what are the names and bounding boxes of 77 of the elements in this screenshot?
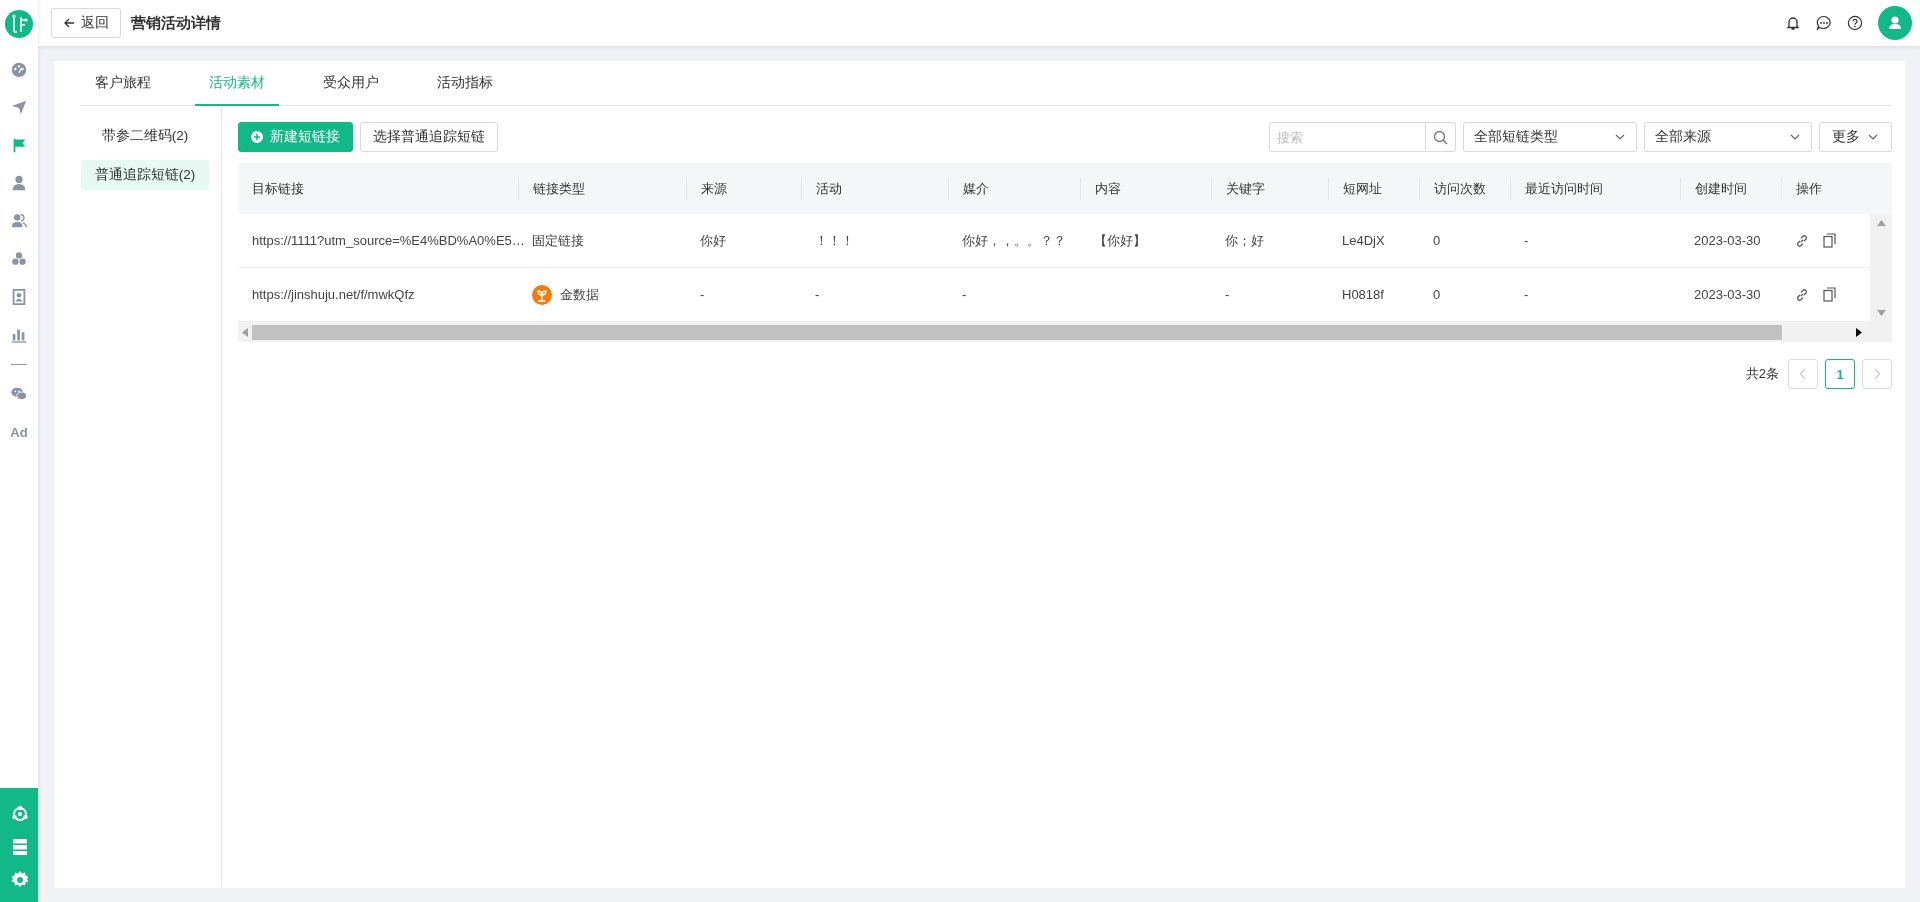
tab[interactable]: 活动指标 — [423, 61, 507, 106]
arrow-left-icon — [63, 17, 75, 29]
more-dropdown[interactable]: 更多 — [1819, 122, 1892, 152]
table-cell: 固定链接 — [532, 231, 584, 250]
link-icon[interactable] — [1795, 233, 1809, 248]
avatar-icon[interactable] — [1878, 6, 1912, 40]
select-short-link-button[interactable]: 选择普通追踪短链 — [360, 122, 498, 152]
chevron-left-icon — [1799, 368, 1807, 380]
table-cell: - — [1524, 233, 1529, 248]
logo-icon[interactable] — [5, 10, 33, 38]
server-icon[interactable] — [10, 837, 28, 855]
column-header: 来源 — [701, 179, 727, 198]
table-cell: https://1111?utm_source=%E4%BD%A0%E5… — [252, 233, 525, 248]
table-cell: 2023-03-30 — [1694, 233, 1761, 248]
help-icon[interactable] — [1847, 15, 1863, 31]
table-cell: 你；好 — [1225, 231, 1264, 250]
page-title: 营销活动详情 — [131, 13, 222, 33]
table-cell: 2023-03-30 — [1694, 287, 1761, 302]
search-field[interactable]: 搜索 — [1269, 122, 1426, 152]
send-icon[interactable] — [10, 98, 28, 116]
table-cell: - — [815, 287, 820, 302]
copy-icon[interactable] — [1823, 287, 1836, 302]
chat-bubbles-icon[interactable] — [10, 385, 28, 403]
filter-dropdown[interactable]: 全部来源 — [1644, 122, 1812, 152]
table-cell: 金数据 — [560, 285, 599, 304]
column-header: 最近访问时间 — [1525, 179, 1603, 198]
table-cell: 0 — [1433, 233, 1441, 248]
tab[interactable]: 客户旅程 — [81, 61, 165, 106]
column-header: 媒介 — [963, 179, 989, 198]
vertical-scrollbar[interactable] — [1870, 214, 1892, 322]
notification-icon[interactable] — [1785, 15, 1801, 31]
link-icon[interactable] — [1795, 287, 1809, 302]
table-cell: 你好 — [700, 231, 726, 250]
search-icon — [1433, 129, 1448, 145]
column-header: 操作 — [1796, 179, 1822, 198]
badge-icon[interactable] — [10, 288, 28, 306]
column-header: 活动 — [816, 179, 842, 198]
table-cell: - — [962, 287, 967, 302]
column-header: 关键字 — [1226, 179, 1265, 198]
horizontal-scrollbar[interactable] — [238, 322, 1892, 342]
chevron-right-icon — [1873, 368, 1881, 380]
scroll-up-arrow-icon[interactable] — [1876, 220, 1886, 226]
category-item[interactable]: 普通追踪短链(2) — [81, 160, 209, 190]
hub-icon[interactable] — [10, 804, 28, 822]
table-cell: 0 — [1433, 287, 1441, 302]
table-cell: - — [1225, 287, 1230, 302]
scroll-down-arrow-icon[interactable] — [1876, 310, 1886, 316]
search-button[interactable] — [1426, 122, 1456, 152]
column-header: 目标链接 — [252, 179, 304, 198]
user-icon[interactable] — [10, 174, 28, 192]
copy-icon[interactable] — [1823, 233, 1836, 248]
column-header: 内容 — [1095, 179, 1121, 198]
table-cell: - — [700, 287, 705, 302]
table-cell: https://jinshuju.net/f/mwkQfz — [252, 287, 415, 302]
table-cell: 【你好】 — [1094, 231, 1146, 250]
filter-dropdown[interactable]: 全部短链类型 — [1463, 122, 1637, 152]
column-header: 创建时间 — [1695, 179, 1747, 198]
total-count: 共2条 — [1745, 365, 1779, 383]
users-icon[interactable] — [10, 212, 28, 230]
column-header: 访问次数 — [1434, 179, 1486, 198]
scroll-left-arrow-icon[interactable] — [242, 327, 248, 337]
column-header: 链接类型 — [533, 179, 585, 198]
back-button[interactable]: 返回 — [51, 8, 121, 38]
plus-circle-icon — [251, 131, 263, 143]
settings-icon[interactable] — [10, 870, 28, 888]
message-icon[interactable] — [1816, 15, 1832, 31]
table-cell: Le4DjX — [1342, 233, 1385, 248]
column-header: 短网址 — [1343, 179, 1382, 198]
table-cell: - — [1524, 287, 1529, 302]
category-item[interactable]: 带参二维码(2) — [81, 121, 209, 151]
dashboard-icon[interactable] — [10, 60, 28, 78]
table-cell: ！！！ — [815, 231, 854, 250]
cluster-icon[interactable] — [10, 250, 28, 268]
scroll-right-arrow-icon[interactable] — [1856, 327, 1862, 337]
table-cell: 你好，，。。？？ — [962, 231, 1066, 250]
table-cell: H0818f — [1342, 287, 1384, 302]
tab[interactable]: 受众用户 — [309, 61, 393, 106]
